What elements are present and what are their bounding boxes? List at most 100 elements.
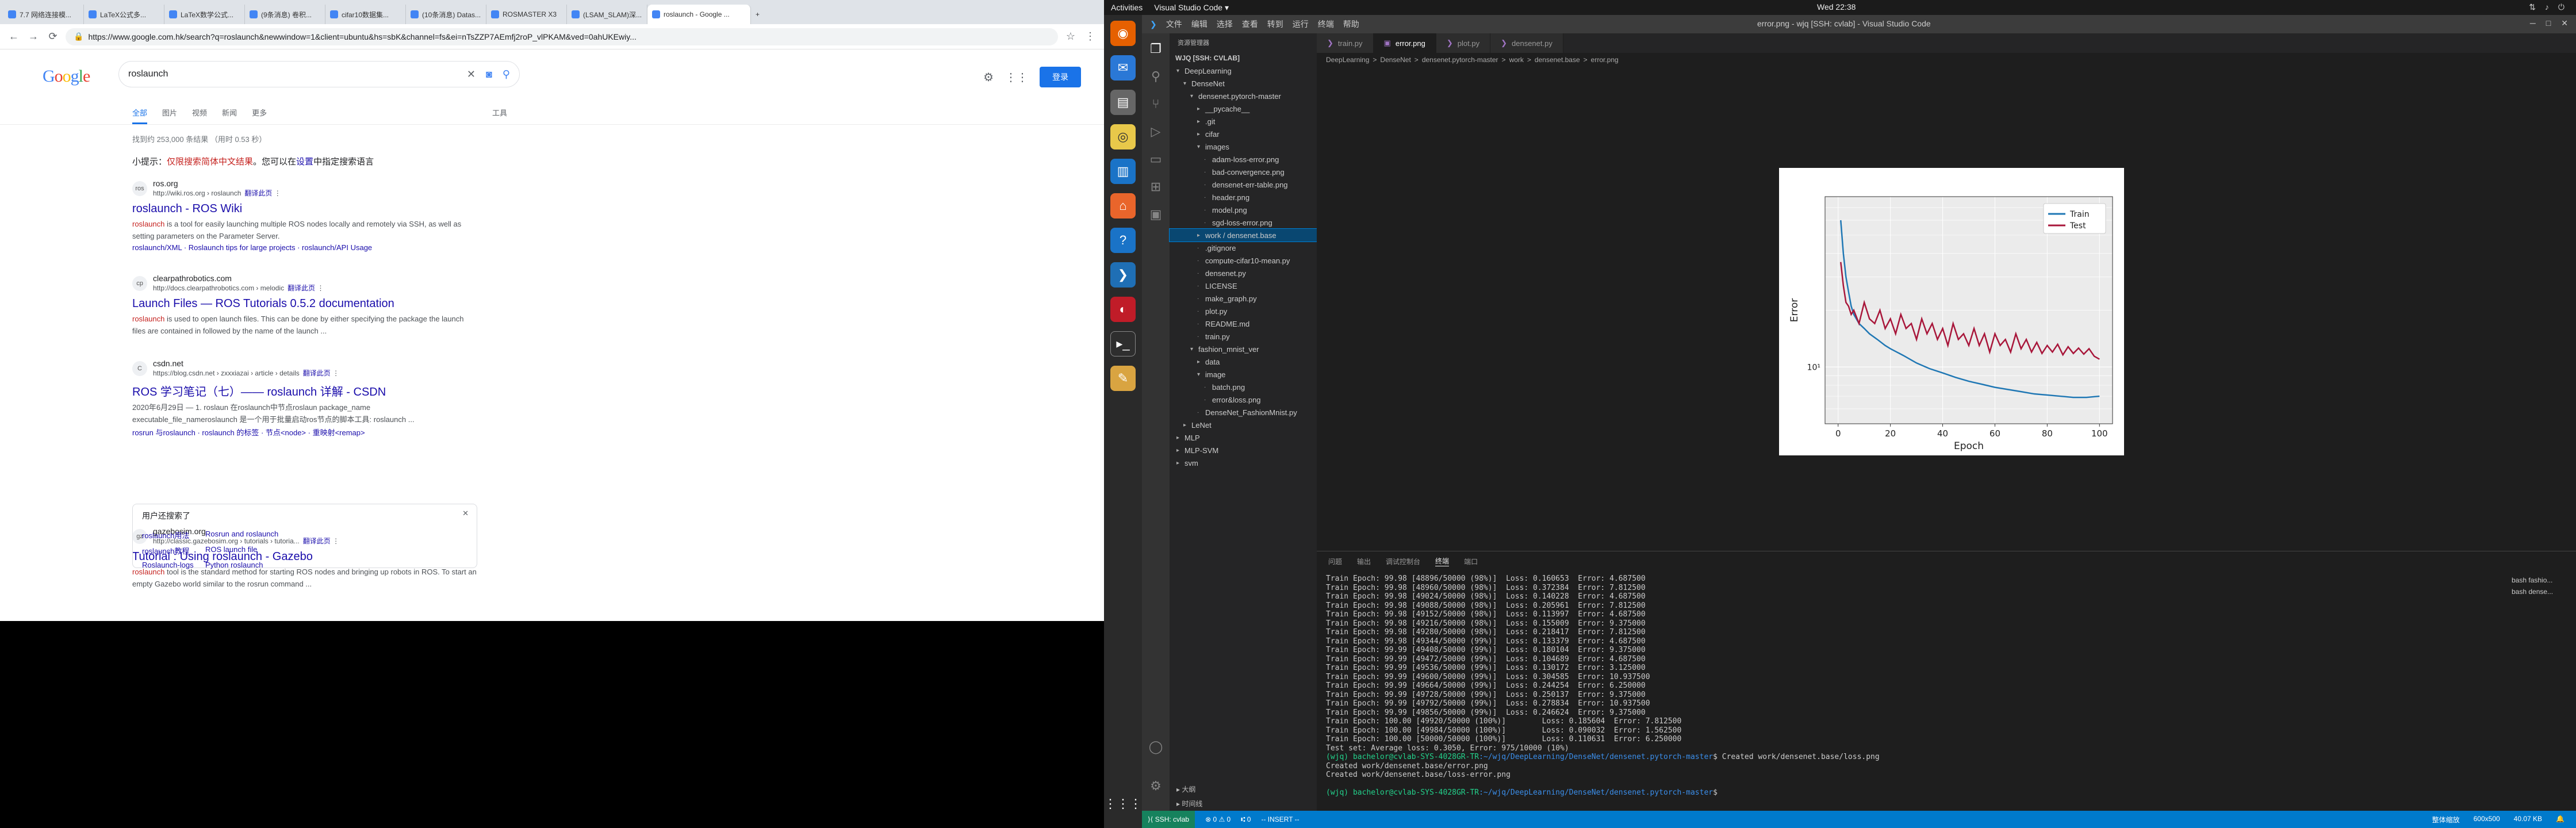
tree-item[interactable]: · plot.py	[1170, 305, 1317, 317]
search-icon[interactable]: ⚲	[503, 68, 510, 80]
panel-tab[interactable]: 调试控制台	[1386, 557, 1420, 566]
site-url[interactable]: http://docs.clearpathrobotics.com › melo…	[153, 283, 324, 293]
zotero-icon[interactable]: ◐	[1110, 297, 1136, 322]
menu-item[interactable]: 终端	[1318, 18, 1334, 30]
writer-icon[interactable]: ▥	[1110, 159, 1136, 184]
tree-item[interactable]: · densenet.py	[1170, 267, 1317, 279]
apps-grid-icon[interactable]: ⋮⋮	[1005, 70, 1028, 85]
tip-settings-link[interactable]: 设置	[296, 157, 313, 167]
browser-tab[interactable]: (9条消息) 卷积...	[245, 5, 325, 24]
translate-link[interactable]: 翻译此页	[244, 189, 272, 197]
browser-tab[interactable]: (10条消息) Datas...	[406, 5, 486, 24]
run-debug-icon[interactable]: ▷	[1151, 124, 1161, 139]
reload-icon[interactable]: ⟳	[46, 30, 60, 43]
vscode-icon[interactable]: ❯	[1110, 262, 1136, 288]
related-search-link[interactable]: Rosrun and roslaunch	[205, 530, 320, 540]
camera-icon[interactable]: ◙	[486, 68, 492, 80]
app-menu[interactable]: Visual Studio Code ▾	[1154, 3, 1229, 13]
clear-icon[interactable]: ✕	[467, 68, 476, 80]
editor-tab[interactable]: ❯ plot.py	[1436, 33, 1491, 53]
tree-item[interactable]: · .gitignore	[1170, 241, 1317, 254]
search-tab[interactable]: 图片	[162, 107, 177, 124]
related-search-link[interactable]: ROS launch file	[205, 545, 320, 556]
show-apps-icon[interactable]: ⋮⋮⋮	[1104, 791, 1142, 816]
menu-item[interactable]: 查看	[1242, 18, 1258, 30]
browser-tab[interactable]: ROSMASTER X3	[486, 5, 567, 24]
terminal-icon[interactable]: ▸_	[1110, 331, 1136, 356]
search-tab[interactable]: 视频	[192, 107, 207, 124]
tree-item[interactable]: · densenet-err-table.png	[1170, 178, 1317, 191]
result-title-link[interactable]: Launch Files — ROS Tutorials 0.5.2 docum…	[132, 297, 477, 310]
site-url[interactable]: https://blog.csdn.net › zxxxiazai › arti…	[153, 368, 339, 378]
tree-item[interactable]: ▾ densenet.pytorch-master	[1170, 90, 1317, 102]
google-logo[interactable]: Google	[43, 67, 90, 86]
editor-tab[interactable]: ❯ densenet.py	[1490, 33, 1563, 53]
explorer-icon[interactable]: ❐	[1150, 41, 1162, 56]
forward-icon[interactable]: →	[26, 30, 40, 43]
breadcrumb-item[interactable]: densenet.pytorch-master	[1422, 56, 1498, 64]
menu-item[interactable]: 运行	[1293, 18, 1309, 30]
browser-tab[interactable]: LaTeX公式多...	[84, 5, 164, 24]
tree-item[interactable]: ▾ images	[1170, 140, 1317, 153]
search-tab[interactable]: 新闻	[222, 107, 237, 124]
maximize-icon[interactable]: □	[2546, 18, 2551, 28]
remote-explorer-icon[interactable]: ▭	[1150, 152, 1162, 167]
breadcrumb-item[interactable]: work	[1509, 56, 1524, 64]
tip-chinese-link[interactable]: 仅限搜索简体中文结果	[167, 157, 253, 167]
search-icon[interactable]: ⚲	[1151, 69, 1160, 84]
breadcrumb-item[interactable]: error.png	[1591, 56, 1619, 64]
rhythmbox-icon[interactable]: ◎	[1110, 124, 1136, 150]
extensions-icon[interactable]: ⊞	[1151, 179, 1161, 194]
sidebar-section[interactable]: ▸ 时间线	[1170, 796, 1317, 811]
browser-tab[interactable]: 7.7 网络连接模...	[3, 5, 84, 24]
text-editor-icon[interactable]: ✎	[1110, 366, 1136, 391]
menu-item[interactable]: 文件	[1166, 18, 1182, 30]
menu-item[interactable]: 编辑	[1191, 18, 1208, 30]
sidebar-section[interactable]: ▸ 大纲	[1170, 782, 1317, 796]
tree-item[interactable]: · train.py	[1170, 330, 1317, 343]
related-search-link[interactable]: Roslaunch-logs	[142, 561, 205, 569]
browser-tab[interactable]: roslaunch - Google ...	[647, 5, 751, 24]
menu-item[interactable]: 选择	[1217, 18, 1233, 30]
problems-count[interactable]: ⊗ 0 ⚠ 0	[1205, 815, 1230, 823]
remote-indicator[interactable]: ⟩⟨ SSH: cvlab	[1142, 811, 1195, 828]
close-window-icon[interactable]: ✕	[2561, 18, 2568, 28]
more-options-icon[interactable]: ⋮	[331, 369, 339, 377]
tree-item[interactable]: ▸ cifar	[1170, 128, 1317, 140]
workspace-root[interactable]: WJQ [SSH: CVLAB]	[1170, 52, 1317, 64]
panel-tab[interactable]: 终端	[1435, 556, 1450, 566]
tree-item[interactable]: ▾ DeepLearning	[1170, 64, 1317, 77]
breadcrumb-item[interactable]: DenseNet	[1380, 56, 1410, 64]
new-tab-button[interactable]: +	[751, 5, 768, 24]
bookmark-star-icon[interactable]: ☆	[1064, 30, 1078, 43]
sitelinks[interactable]: rosrun 与roslaunch · roslaunch 的标签 · 节点<n…	[132, 427, 477, 438]
settings-gear-icon[interactable]: ⚙	[983, 70, 994, 85]
related-search-link[interactable]: roslaunch教程	[142, 545, 205, 556]
ports-count[interactable]: ⑆ 0	[1241, 815, 1251, 823]
help-icon[interactable]: ?	[1110, 228, 1136, 253]
tree-item[interactable]: · compute-cifar10-mean.py	[1170, 254, 1317, 267]
translate-link[interactable]: 翻译此页	[288, 284, 315, 292]
panel-tab[interactable]: 端口	[1464, 557, 1478, 566]
tree-item[interactable]: ▸ svm	[1170, 457, 1317, 469]
system-tray[interactable]: ⇅ ♪ ⏻	[2529, 2, 2564, 12]
result-title-link[interactable]: roslaunch - ROS Wiki	[132, 202, 477, 216]
search-tab[interactable]: 更多	[252, 107, 267, 124]
tree-item[interactable]: ▾ fashion_mnist_ver	[1170, 343, 1317, 355]
tools-button[interactable]: 工具	[492, 107, 507, 118]
search-tab[interactable]: 全部	[132, 107, 148, 124]
more-options-icon[interactable]: ⋮	[272, 189, 281, 197]
bell-icon[interactable]: 🔔	[2556, 815, 2564, 825]
chrome-menu-icon[interactable]: ⋮	[1083, 30, 1097, 43]
editor-tab[interactable]: ❯ train.py	[1317, 33, 1374, 53]
tree-item[interactable]: ▾ DenseNet	[1170, 77, 1317, 90]
manage-gear-icon[interactable]: ⚙	[1150, 779, 1162, 793]
related-search-link[interactable]: roslaunch用法	[142, 530, 205, 540]
zoom-label[interactable]: 整体缩放	[2432, 815, 2460, 825]
tree-item[interactable]: ▸ work / densenet.base	[1169, 228, 1317, 242]
software-center-icon[interactable]: ⌂	[1110, 193, 1136, 218]
terminal-instance[interactable]: bash dense...	[2507, 586, 2576, 597]
source-control-icon[interactable]: ⑂	[1152, 97, 1159, 112]
tree-item[interactable]: · adam-loss-error.png	[1170, 153, 1317, 166]
breadcrumb-item[interactable]: densenet.base	[1535, 56, 1580, 64]
